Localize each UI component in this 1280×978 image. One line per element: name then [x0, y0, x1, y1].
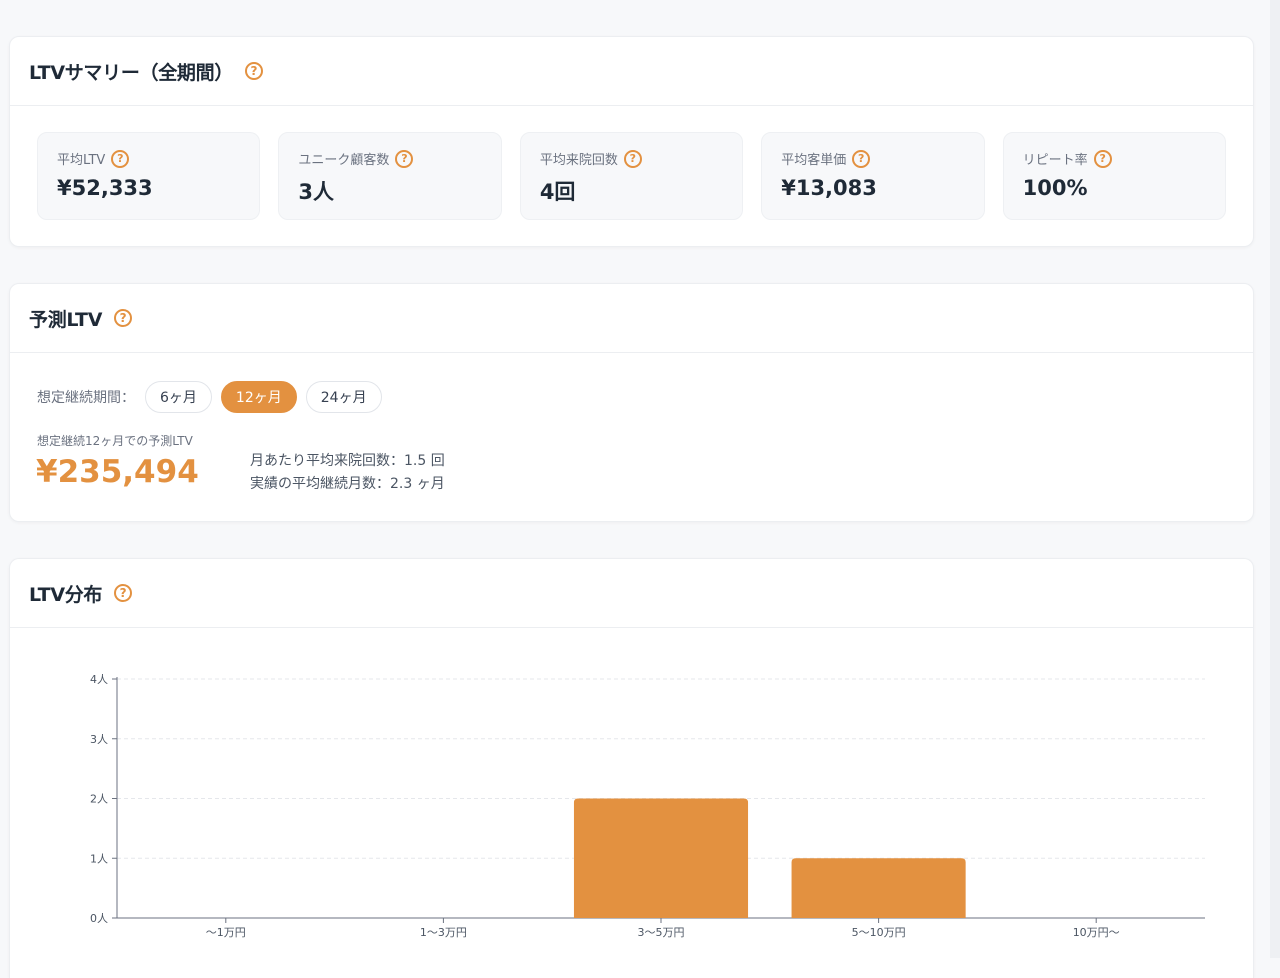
page-scrollbar[interactable]	[1270, 0, 1280, 958]
y-tick-label: 4人	[90, 673, 108, 686]
ltv-distribution-chart: 0人 1人 2人 3人 4人〜1万円 1〜3万円 3〜5万円 5〜10万円 10万円〜	[90, 673, 1205, 939]
bar	[573, 798, 749, 918]
period-24-months-button[interactable]: 24ヶ月	[305, 381, 382, 413]
stat-average-spend: 平均客単価? ¥13,083	[761, 132, 985, 220]
x-tick-label: 3〜5万円	[638, 926, 685, 939]
y-tick-label: 3人	[90, 733, 108, 746]
ltv-summary-title: LTVサマリー（全期間）	[29, 61, 234, 84]
x-tick-label: 1〜3万円	[420, 926, 467, 939]
stat-label: 平均LTV	[57, 153, 106, 168]
ltv-summary-card: LTVサマリー（全期間） ? 平均LTV? ¥52,333 ユニーク顧客数? 3…	[9, 36, 1254, 247]
y-tick-label: 1人	[90, 852, 108, 865]
ltv-distribution-title: LTV分布	[29, 583, 103, 606]
monthly-visits-note: 月あたり平均来院回数：1.5 回	[250, 453, 445, 469]
predicted-ltv-card: 予測LTV ? 想定継続期間： 6ヶ月 12ヶ月 24ヶ月 想定継続12ヶ月での…	[9, 283, 1254, 522]
stat-label: 平均来院回数	[539, 153, 618, 168]
stat-label: 平均客単価	[781, 153, 847, 168]
stat-label: ユニーク顧客数	[298, 153, 390, 168]
help-icon[interactable]: ?	[111, 149, 130, 168]
average-months-note: 実績の平均継続月数：2.3 ヶ月	[250, 476, 445, 492]
stat-unique-customers: ユニーク顧客数? 3人	[278, 132, 502, 220]
predicted-ltv-notes: 月あたり平均来院回数：1.5 回 実績の平均継続月数：2.3 ヶ月	[250, 450, 445, 496]
stat-repeat-rate: リピート率? 100%	[1002, 132, 1227, 220]
ltv-summary-header: LTVサマリー（全期間） ?	[10, 37, 1253, 106]
help-icon[interactable]: ?	[1093, 149, 1112, 168]
x-tick-label: 〜1万円	[206, 926, 246, 939]
help-icon[interactable]: ?	[852, 149, 871, 168]
period-selector: 想定継続期間： 6ヶ月 12ヶ月 24ヶ月	[37, 381, 391, 413]
predicted-ltv-header: 予測LTV ?	[10, 284, 1253, 353]
period-12-months-button[interactable]: 12ヶ月	[220, 381, 297, 413]
stat-value: ¥13,083	[781, 176, 877, 200]
stat-average-ltv: 平均LTV? ¥52,333	[37, 132, 261, 220]
stat-value: 3人	[298, 180, 335, 204]
predicted-ltv-title: 予測LTV	[29, 308, 103, 331]
help-icon[interactable]: ?	[623, 149, 642, 168]
period-label: 想定継続期間：	[37, 390, 135, 406]
x-tick-label: 5〜10万円	[852, 926, 906, 939]
help-icon[interactable]: ?	[114, 584, 133, 602]
predicted-ltv-caption: 想定継続12ヶ月での予測LTV	[37, 434, 193, 448]
stat-value: ¥52,333	[57, 176, 153, 200]
period-6-months-button[interactable]: 6ヶ月	[145, 381, 212, 413]
help-icon[interactable]: ?	[395, 149, 414, 168]
x-tick-label: 10万円〜	[1073, 926, 1120, 939]
y-tick-label: 0人	[90, 912, 108, 925]
stat-average-visits: 平均来院回数? 4回	[519, 132, 744, 220]
help-icon[interactable]: ?	[245, 62, 264, 80]
stat-label: リピート率	[1022, 153, 1088, 168]
stat-value: 4回	[539, 180, 576, 204]
ltv-distribution-header: LTV分布 ?	[10, 559, 1253, 628]
predicted-ltv-value: ¥235,494	[36, 454, 199, 490]
stat-value: 100%	[1022, 176, 1088, 200]
ltv-distribution-card: LTV分布 ? 0人 1人 2人 3人 4人〜1万円 1〜3万円 3〜5万円 5〜10万円 10…	[9, 558, 1254, 978]
bar	[791, 858, 966, 918]
summary-stats: 平均LTV? ¥52,333 ユニーク顧客数? 3人 平均来院回数? 4回 平均…	[37, 132, 1227, 220]
help-icon[interactable]: ?	[114, 309, 133, 327]
y-tick-label: 2人	[90, 793, 108, 806]
